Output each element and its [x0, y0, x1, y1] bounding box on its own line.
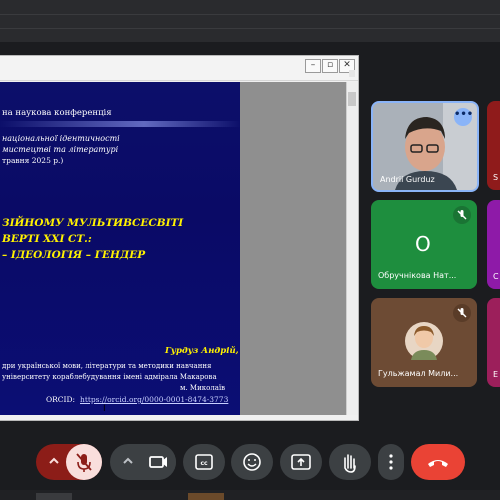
- divider: [0, 14, 500, 15]
- end-call-button[interactable]: [411, 444, 465, 480]
- taskbar-item: [36, 493, 72, 500]
- avatar: О: [415, 232, 431, 256]
- slide-conference: на наукова конференція: [2, 108, 112, 118]
- scrollbar-thumb[interactable]: [348, 92, 356, 106]
- emoji-icon: [243, 453, 261, 471]
- maximize-icon[interactable]: ▫: [322, 59, 338, 73]
- slide-title: ЗІЙНОМУ МУЛЬТИВСЕСВІТІ: [2, 217, 184, 229]
- participant-tile[interactable]: Гульжамал Мили...: [371, 298, 477, 387]
- captions-icon: cc: [195, 454, 213, 470]
- camera-icon: [149, 456, 167, 468]
- participant-tile[interactable]: S: [487, 101, 500, 190]
- minimize-icon[interactable]: –: [305, 59, 321, 73]
- participant-tile[interactable]: ••• Andrii Gurduz: [371, 101, 479, 192]
- camera-group: [110, 444, 176, 480]
- participant-tile[interactable]: С: [487, 200, 500, 289]
- participant-name: Обручнікова Нат...: [378, 271, 457, 280]
- vertical-scrollbar[interactable]: [346, 82, 358, 415]
- shared-screen: – ▫ ✕ на наукова конференція національно…: [0, 55, 359, 421]
- mic-off-icon: [453, 304, 471, 322]
- slide-date: травня 2025 р.): [2, 156, 64, 165]
- slide-subtitle: національної ідентичності: [2, 134, 120, 143]
- more-options-icon[interactable]: •••: [454, 108, 473, 126]
- participant-name: Гульжамал Мили...: [378, 369, 459, 378]
- raise-hand-button[interactable]: [329, 444, 371, 480]
- slide-decor-band: [0, 121, 240, 127]
- captions-button[interactable]: cc: [183, 444, 225, 480]
- scroll-arrow-icon[interactable]: [349, 70, 355, 77]
- taskbar-item: [188, 493, 224, 500]
- chevron-up-icon[interactable]: [120, 453, 136, 469]
- slide-affiliation: дри української мови, літератури та мето…: [2, 362, 212, 370]
- slide-author: Гурдуз Андрій,: [165, 346, 239, 356]
- presentation-slide: на наукова конференція національної іден…: [0, 82, 240, 415]
- window-background: I: [103, 82, 346, 415]
- participant-tile[interactable]: О Обручнікова Нат...: [371, 200, 477, 289]
- present-screen-icon: [291, 454, 311, 470]
- reactions-button[interactable]: [231, 444, 273, 480]
- slide-affiliation: м. Миколаїв: [180, 384, 226, 392]
- more-options-button[interactable]: [378, 444, 404, 480]
- phone-hangup-icon: [428, 460, 448, 467]
- mic-off-icon: [453, 206, 471, 224]
- text-cursor-icon: I: [103, 404, 106, 414]
- mic-toggle-button[interactable]: [66, 444, 102, 480]
- mic-off-icon: [76, 453, 92, 472]
- more-vert-icon: [389, 454, 393, 470]
- participant-name: Е: [493, 370, 499, 379]
- hand-icon: [344, 454, 356, 473]
- chevron-up-icon[interactable]: [46, 453, 62, 469]
- participant-tile[interactable]: Е: [487, 298, 500, 387]
- avatar: [405, 322, 443, 360]
- divider: [0, 28, 500, 29]
- bottom-strip: [0, 490, 500, 500]
- window-titlebar: – ▫ ✕: [0, 56, 358, 81]
- slide-title: ВЕРТІ ХХІ СТ.:: [2, 233, 92, 245]
- slide-subtitle: мистецтві та літературі: [2, 145, 119, 154]
- camera-toggle-button[interactable]: [140, 444, 176, 480]
- slide-title: – ІДЕОЛОГІЯ – ГЕНДЕР: [2, 249, 146, 261]
- participant-name: С: [493, 272, 499, 281]
- top-bar: [0, 0, 500, 42]
- slide-affiliation: університету кораблебудування імені адмі…: [2, 373, 217, 381]
- participant-name: S: [493, 173, 499, 182]
- present-button[interactable]: [280, 444, 322, 480]
- svg-text:cc: cc: [200, 460, 208, 467]
- slide-orcid-link[interactable]: https://orcid.org/0000-0001-8474-3773: [80, 395, 228, 404]
- participant-name: Andrii Gurduz: [380, 175, 435, 184]
- mic-group: [36, 444, 102, 480]
- slide-orcid-label: ORCID:: [46, 395, 76, 404]
